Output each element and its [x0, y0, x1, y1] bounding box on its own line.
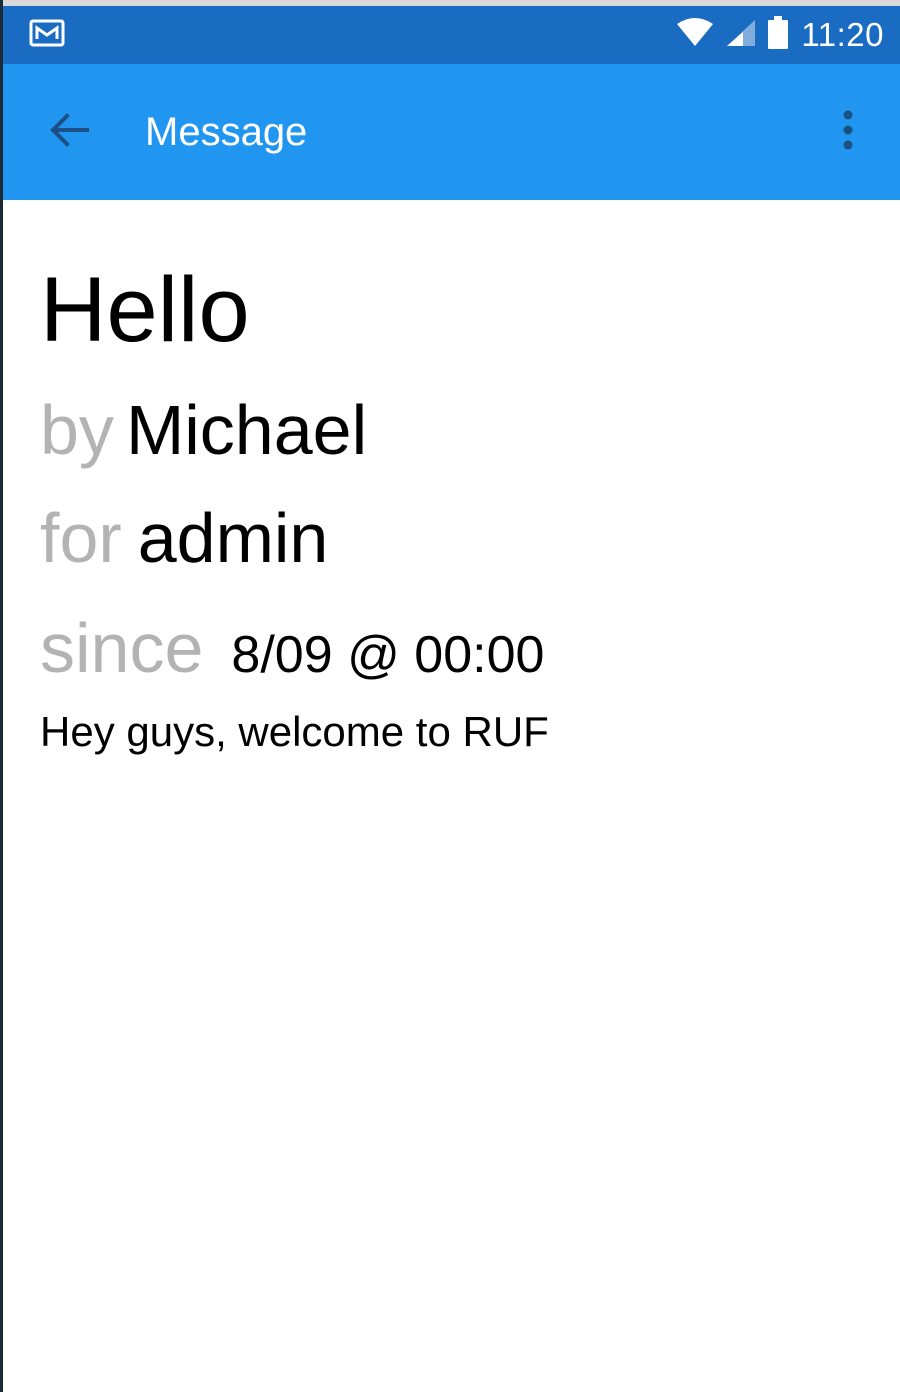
- device-left-edge: [0, 0, 3, 1392]
- since-label: since: [40, 609, 204, 687]
- more-vert-icon: [842, 110, 854, 155]
- arrow-back-icon: [49, 112, 89, 153]
- message-body: Hey guys, welcome to RUF: [40, 708, 549, 755]
- recipient-name: admin: [137, 499, 329, 577]
- by-label: by: [40, 391, 114, 469]
- cellular-signal-icon: [725, 18, 756, 53]
- recipient-row: for admin: [40, 498, 328, 578]
- status-icons: 11:20: [677, 6, 884, 64]
- screen: 11:20 Message Hello by Michael for admin…: [0, 0, 900, 1392]
- message-date: 8/09 @ 00:00: [231, 626, 545, 684]
- message-title: Hello: [40, 259, 250, 361]
- app-bar: Message: [3, 64, 900, 200]
- for-label: for: [40, 499, 122, 577]
- gmail-notification-icon: [29, 18, 65, 53]
- back-button[interactable]: [41, 108, 97, 156]
- author-row: by Michael: [40, 390, 367, 470]
- app-bar-title: Message: [145, 110, 308, 154]
- author-name: Michael: [125, 391, 368, 469]
- wifi-icon: [677, 17, 714, 53]
- battery-icon: [767, 15, 789, 55]
- overflow-menu-button[interactable]: [830, 108, 866, 156]
- status-bar: 11:20: [3, 6, 900, 64]
- status-time: 11:20: [801, 16, 884, 53]
- date-row: since 8/09 @ 00:00: [40, 608, 544, 688]
